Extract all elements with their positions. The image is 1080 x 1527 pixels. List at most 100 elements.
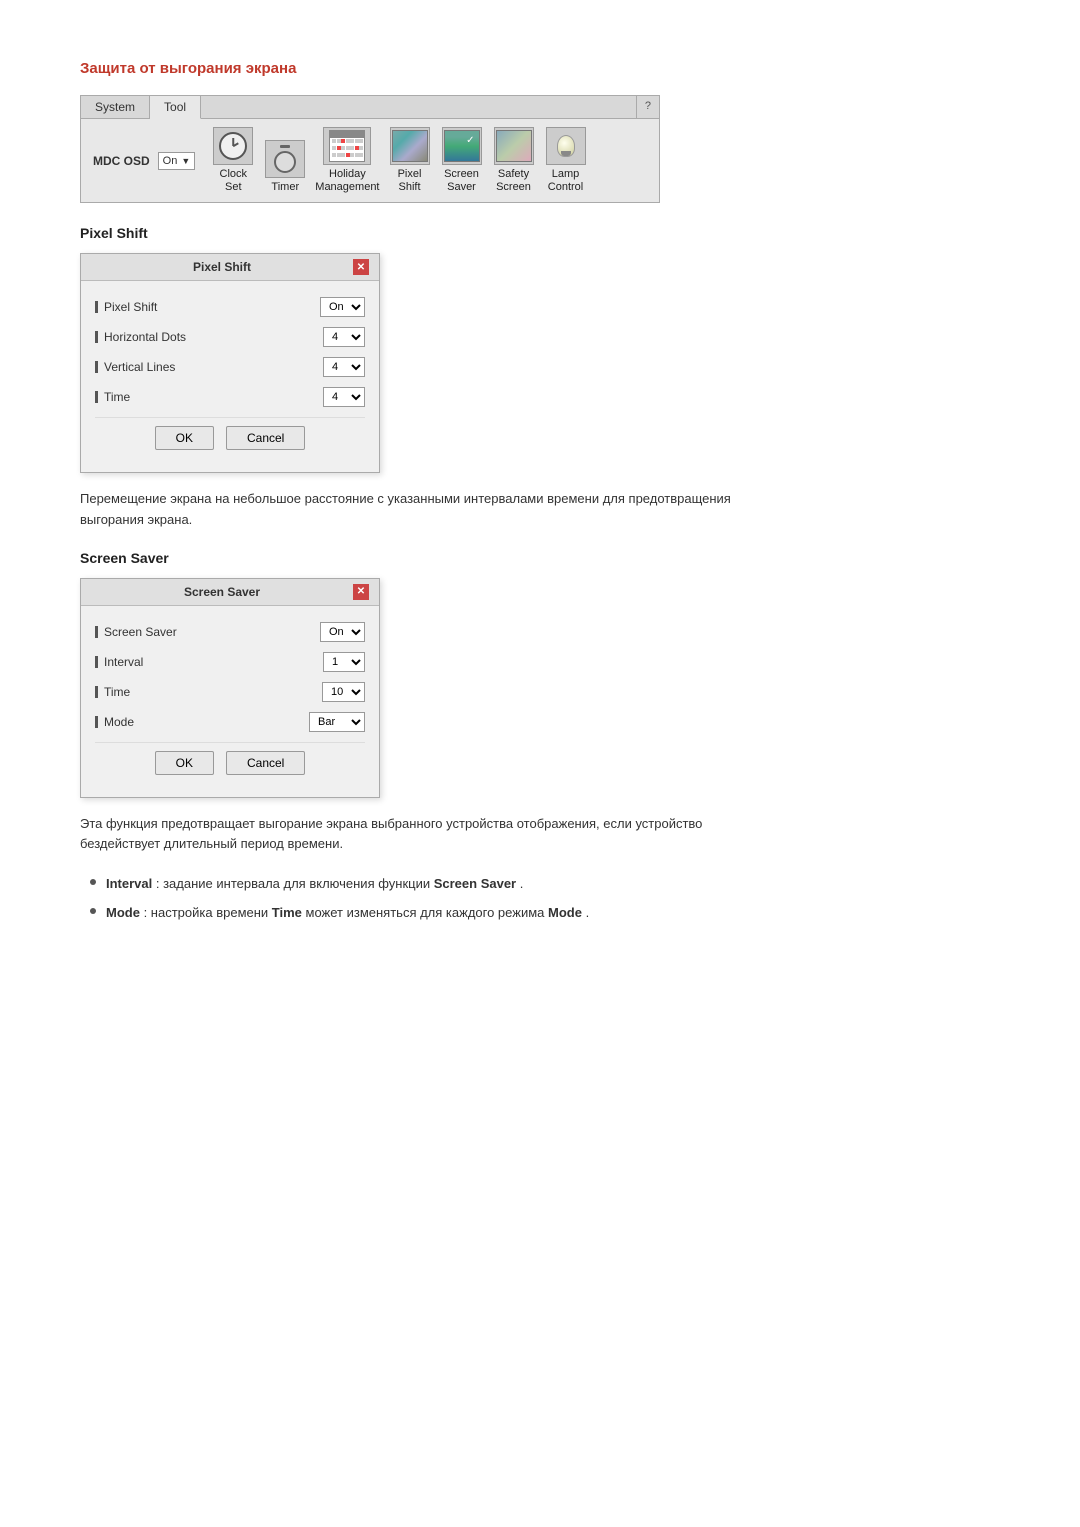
toolbar-tabs: System Tool ? (81, 96, 659, 119)
screen-saver-control-0[interactable]: OnOff (320, 622, 365, 642)
screen-saver-icon-box (442, 127, 482, 165)
safety-screen-label: SafetyScreen (496, 168, 531, 194)
toolbar-icon-holiday[interactable]: HolidayManagement (315, 127, 379, 194)
pixel-shift-dialog-title: Pixel Shift (91, 260, 353, 274)
bullet-dot-1 (90, 908, 96, 914)
screen-saver-select-0[interactable]: OnOff (320, 622, 365, 642)
pixel-shift-row-2: Vertical Lines 4123 (95, 357, 365, 377)
field-bar-icon (95, 301, 98, 313)
page-heading: Защита от выгорания экрана (80, 60, 1000, 77)
screen-saver-field-label-0: Screen Saver (95, 625, 320, 639)
pixel-shift-select-3[interactable]: 4123 (323, 387, 365, 407)
toolbar-icon-timer[interactable]: Timer (263, 140, 307, 194)
lamp-control-label: LampControl (548, 168, 583, 194)
bullet-item-0: Interval : задание интервала для включен… (90, 874, 790, 894)
screen-saver-row-1: Interval 123 (95, 652, 365, 672)
toolbar-icon-screen-saver[interactable]: ScreenSaver (440, 127, 484, 194)
holiday-label: HolidayManagement (315, 168, 379, 194)
toolbar-icon-pixel-shift[interactable]: PixelShift (388, 127, 432, 194)
screen-saver-title-bar: Screen Saver ✕ (81, 579, 379, 606)
screen-saver-select-2[interactable]: 1051520 (322, 682, 365, 702)
bullet-dot-0 (90, 879, 96, 885)
pixel-shift-cancel-button[interactable]: Cancel (226, 426, 305, 450)
screen-saver-control-2[interactable]: 1051520 (322, 682, 365, 702)
pixel-shift-field-label-0: Pixel Shift (95, 300, 320, 314)
pixel-shift-row-0: Pixel Shift OnOff (95, 297, 365, 317)
toolbar-icon-lamp-control[interactable]: LampControl (544, 127, 588, 194)
pixel-shift-field-label-1: Horizontal Dots (95, 330, 323, 344)
screen-saver-field-label-1: Interval (95, 655, 323, 669)
screen-saver-description: Эта функция предотвращает выгорание экра… (80, 814, 780, 854)
safety-screen-icon-box (494, 127, 534, 165)
lamp-control-icon-box (546, 127, 586, 165)
mdc-dropdown-arrow: ▼ (181, 156, 190, 166)
pixel-shift-icon-box (390, 127, 430, 165)
tab-tool[interactable]: Tool (150, 96, 201, 119)
bullet-list: Interval : задание интервала для включен… (80, 874, 1000, 923)
screen-saver-close-button[interactable]: ✕ (353, 584, 369, 600)
pixel-shift-row-1: Horizontal Dots 4123 (95, 327, 365, 347)
pixel-shift-label: PixelShift (398, 168, 422, 194)
mdc-select[interactable]: On ▼ (158, 152, 196, 170)
pixel-shift-row-3: Time 4123 (95, 387, 365, 407)
toolbar-icon-clock-set[interactable]: ClockSet (211, 127, 255, 194)
mdc-label: MDC OSD (93, 154, 150, 168)
pixel-shift-select-0[interactable]: OnOff (320, 297, 365, 317)
screen-saver-select-1[interactable]: 123 (323, 652, 365, 672)
pixel-shift-field-label-3: Time (95, 390, 323, 404)
screen-saver-cancel-button[interactable]: Cancel (226, 751, 305, 775)
toolbar-icon-safety-screen[interactable]: SafetyScreen (492, 127, 536, 194)
screen-saver-dialog: Screen Saver ✕ Screen Saver OnOff Interv… (80, 578, 380, 798)
tab-spacer (201, 96, 636, 118)
screensaver-icon (444, 130, 480, 162)
toolbar-icons: ClockSet Timer (211, 127, 587, 194)
pixel-shift-description: Перемещение экрана на небольшое расстоян… (80, 489, 780, 529)
screen-saver-row-3: Mode BarFade (95, 712, 365, 732)
pixel-shift-body: Pixel Shift OnOff Horizontal Dots 4123 (81, 281, 379, 472)
screen-saver-row-0: Screen Saver OnOff (95, 622, 365, 642)
pixel-icon (392, 130, 428, 162)
toolbar-panel: System Tool ? MDC OSD On ▼ ClockSet (80, 95, 660, 203)
pixel-shift-control-0[interactable]: OnOff (320, 297, 365, 317)
clock-set-label: ClockSet (220, 168, 248, 194)
pixel-shift-dialog: Pixel Shift ✕ Pixel Shift OnOff Horizont… (80, 253, 380, 473)
screen-saver-field-label-2: Time (95, 685, 322, 699)
pixel-shift-control-3[interactable]: 4123 (323, 387, 365, 407)
screen-saver-body: Screen Saver OnOff Interval 123 (81, 606, 379, 797)
pixel-shift-title-bar: Pixel Shift ✕ (81, 254, 379, 281)
toolbar-help[interactable]: ? (636, 96, 659, 118)
holiday-icon-box (323, 127, 371, 165)
tab-system[interactable]: System (81, 96, 150, 118)
screen-saver-control-1[interactable]: 123 (323, 652, 365, 672)
screen-saver-control-3[interactable]: BarFade (309, 712, 365, 732)
toolbar-body: MDC OSD On ▼ ClockSet Tim (81, 119, 659, 202)
pixel-shift-footer: OK Cancel (95, 417, 365, 462)
timer-icon (272, 145, 298, 173)
screen-saver-footer: OK Cancel (95, 742, 365, 787)
pixel-shift-select-1[interactable]: 4123 (323, 327, 365, 347)
pixel-shift-field-label-2: Vertical Lines (95, 360, 323, 374)
safety-icon (496, 130, 532, 162)
screen-saver-field-label-3: Mode (95, 715, 309, 729)
screen-saver-dialog-title: Screen Saver (91, 585, 353, 599)
pixel-shift-control-1[interactable]: 4123 (323, 327, 365, 347)
calendar-icon (329, 130, 365, 162)
clock-set-icon-box (213, 127, 253, 165)
screen-saver-select-3[interactable]: BarFade (309, 712, 365, 732)
bullet-text-0: Interval : задание интервала для включен… (106, 874, 523, 894)
pixel-shift-close-button[interactable]: ✕ (353, 259, 369, 275)
timer-label: Timer (271, 181, 299, 194)
clock-icon (219, 132, 247, 160)
lamp-icon (548, 128, 584, 164)
mdc-value: On (163, 155, 178, 167)
pixel-shift-control-2[interactable]: 4123 (323, 357, 365, 377)
screen-saver-heading: Screen Saver (80, 550, 1000, 566)
screen-saver-row-2: Time 1051520 (95, 682, 365, 702)
screen-saver-ok-button[interactable]: OK (155, 751, 214, 775)
pixel-shift-heading: Pixel Shift (80, 225, 1000, 241)
bullet-item-1: Mode : настройка времени Time может изме… (90, 903, 790, 923)
pixel-shift-ok-button[interactable]: OK (155, 426, 214, 450)
pixel-shift-select-2[interactable]: 4123 (323, 357, 365, 377)
screen-saver-label: ScreenSaver (444, 168, 479, 194)
timer-icon-box (265, 140, 305, 178)
